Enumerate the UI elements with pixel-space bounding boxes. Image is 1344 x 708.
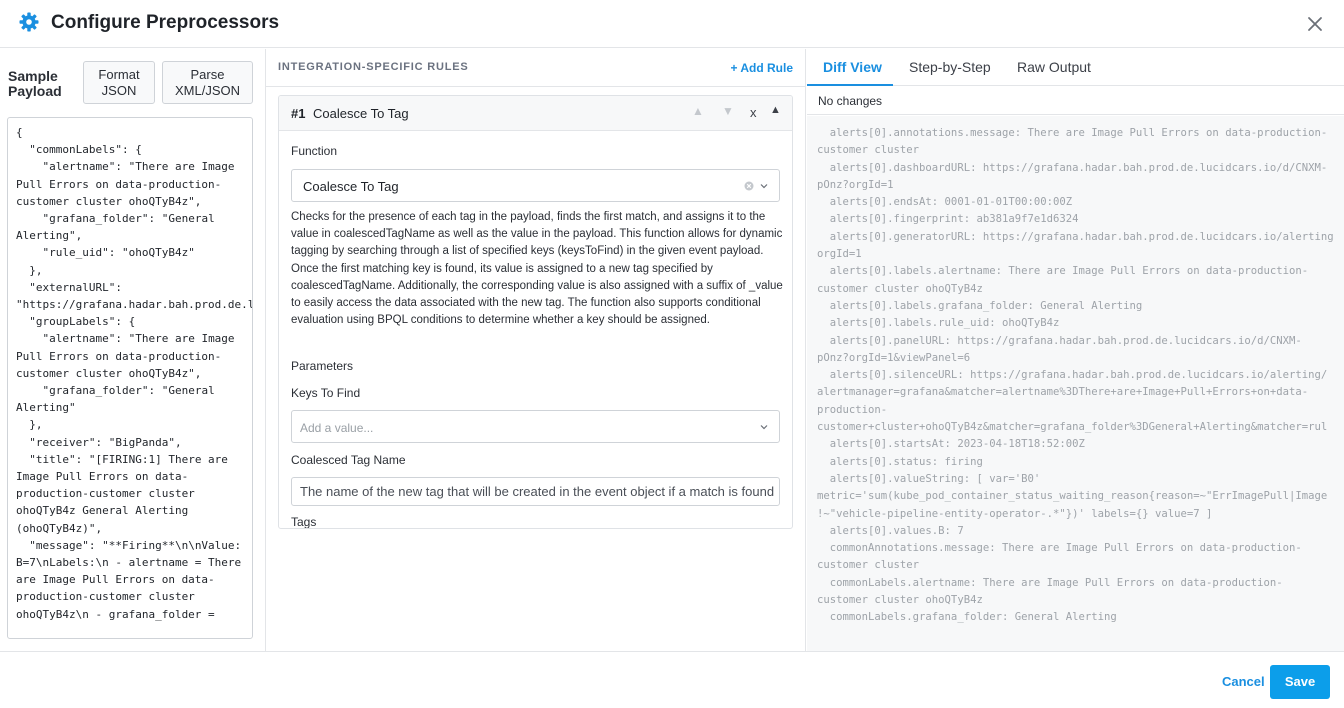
rule-card-header[interactable]: #1 Coalesce To Tag ▲ ▼ x ▲ (279, 96, 792, 131)
parse-xml-label-line1: Parse (190, 67, 225, 82)
sample-payload-label: Sample Payload (8, 69, 62, 99)
tab-diff-view[interactable]: Diff View (823, 59, 882, 75)
diff-content-area[interactable]: alerts[0].annotations.message: There are… (807, 116, 1344, 651)
format-json-label-line1: Format (98, 67, 140, 82)
dialog-footer: Cancel Save (0, 651, 1344, 708)
diff-content: alerts[0].annotations.message: There are… (817, 127, 1334, 624)
rule-name: Coalesce To Tag (313, 106, 409, 121)
remove-rule-icon[interactable]: x (750, 105, 757, 120)
sample-payload-label-line1: Sample (8, 68, 58, 84)
cancel-button[interactable]: Cancel (1222, 674, 1265, 689)
tags-label: Tags (291, 515, 317, 529)
sample-payload-editor[interactable]: { "commonLabels": { "alertname": "There … (7, 117, 253, 639)
rules-panel: INTEGRATION-SPECIFIC RULES + Add Rule #1… (266, 49, 806, 651)
save-button[interactable]: Save (1270, 665, 1330, 699)
format-json-label-line2: JSON (101, 83, 137, 98)
sample-payload-text[interactable]: { "commonLabels": { "alertname": "There … (16, 124, 252, 623)
clear-icon[interactable] (744, 181, 754, 191)
sample-payload-label-line2: Payload (8, 83, 62, 99)
add-rule-button[interactable]: + Add Rule (730, 61, 793, 75)
keys-to-find-placeholder: Add a value... (300, 421, 374, 435)
sample-payload-panel: Sample Payload Format JSON Parse XML/JSO… (0, 49, 266, 651)
tab-step-by-step[interactable]: Step-by-Step (909, 59, 991, 75)
coalesced-tag-name-label: Coalesced Tag Name (291, 453, 406, 467)
close-icon[interactable] (1305, 14, 1325, 34)
coalesced-tag-name-input[interactable] (291, 477, 780, 506)
active-tab-indicator (807, 84, 893, 86)
output-tabs: Diff View Step-by-Step Raw Output (807, 49, 1344, 86)
dialog-title: Configure Preprocessors (51, 12, 280, 33)
diff-status: No changes (818, 94, 883, 108)
format-json-button[interactable]: Format JSON (83, 61, 155, 104)
parse-xml-label-line2: XML/JSON (174, 83, 240, 98)
rule-number: #1 (291, 106, 306, 121)
parse-xml-json-button[interactable]: Parse XML/JSON (162, 61, 253, 104)
move-up-icon[interactable]: ▲ (692, 104, 704, 118)
keys-to-find-select[interactable]: Add a value... (291, 410, 780, 443)
function-select[interactable]: Coalesce To Tag (291, 169, 780, 202)
tab-raw-output[interactable]: Raw Output (1017, 59, 1091, 75)
move-down-icon[interactable]: ▼ (722, 104, 734, 118)
collapse-icon[interactable]: ▲ (770, 104, 781, 116)
rules-section-title: INTEGRATION-SPECIFIC RULES (278, 61, 469, 73)
diff-status-bar: No changes (807, 87, 1344, 115)
dialog-header: Configure Preprocessors (0, 0, 1344, 48)
keys-to-find-label: Keys To Find (291, 386, 361, 400)
function-select-value: Coalesce To Tag (303, 179, 399, 194)
output-panel: Diff View Step-by-Step Raw Output No cha… (807, 49, 1344, 651)
chevron-down-icon[interactable] (759, 181, 769, 191)
function-description: Checks for the presence of each tag in t… (291, 211, 783, 327)
rules-header: INTEGRATION-SPECIFIC RULES + Add Rule (266, 49, 806, 87)
function-label: Function (291, 144, 338, 158)
parameters-label: Parameters (291, 359, 354, 373)
rule-card: #1 Coalesce To Tag ▲ ▼ x ▲ Function Coal… (278, 95, 793, 529)
chevron-down-icon[interactable] (759, 422, 769, 432)
gear-icon (19, 12, 39, 32)
